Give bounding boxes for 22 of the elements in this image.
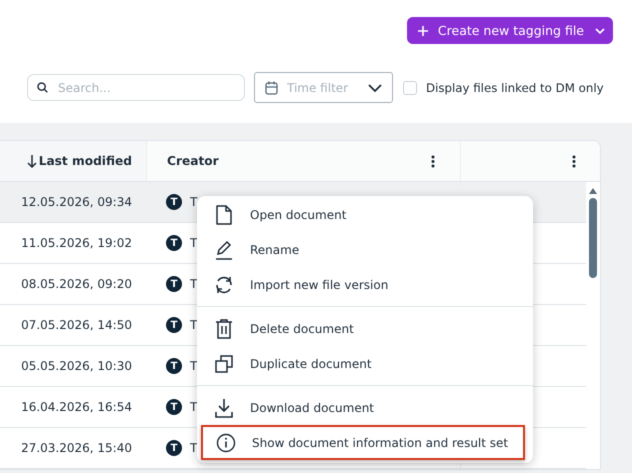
avatar: T [166, 358, 182, 374]
creator-name: T [190, 359, 198, 373]
avatar: T [166, 194, 182, 210]
avatar: T [166, 317, 182, 333]
avatar: T [166, 399, 182, 415]
creator-name: T [190, 195, 198, 209]
creator-name: T [190, 441, 198, 455]
date-cell: 08.05.2026, 09:20 [21, 277, 132, 291]
date-cell: 12.05.2026, 09:34 [21, 195, 132, 209]
avatar: T [166, 276, 182, 292]
date-cell: 11.05.2026, 19:02 [21, 236, 132, 250]
creator-name: T [190, 400, 198, 414]
creator-name: T [190, 277, 198, 291]
checkbox-label: Display files linked to DM only [426, 80, 604, 94]
date-cell: 27.03.2026, 15:40 [21, 441, 132, 455]
date-cell: 16.04.2026, 16:54 [21, 400, 132, 414]
creator-name: T [190, 318, 198, 332]
avatar: T [166, 235, 182, 251]
date-cell: 07.05.2026, 14:50 [21, 318, 132, 332]
avatar: T [166, 440, 182, 456]
creator-name: T [190, 236, 198, 250]
date-cell: 05.05.2026, 10:30 [21, 359, 132, 373]
